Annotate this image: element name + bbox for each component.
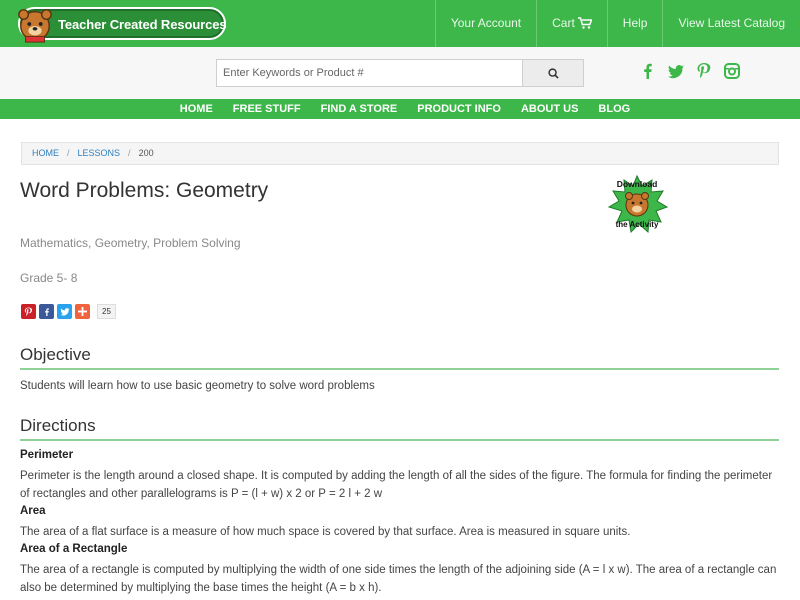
view-catalog-link[interactable]: View Latest Catalog: [662, 0, 800, 47]
breadcrumb-current: 200: [138, 148, 154, 158]
pinterest-share-button[interactable]: [21, 304, 36, 319]
download-activity-badge[interactable]: Download the Activity: [604, 174, 670, 234]
breadcrumb-separator: /: [128, 148, 131, 158]
twitter-icon[interactable]: [668, 63, 684, 79]
facebook-icon: [44, 307, 49, 316]
grade-level: Grade 5- 8: [20, 271, 78, 285]
subject-tags: Mathematics, Geometry, Problem Solving: [20, 236, 241, 250]
bear-mascot-icon: [18, 9, 52, 43]
nav-blog[interactable]: BLOG: [588, 99, 640, 119]
bear-muzzle: [632, 205, 642, 213]
area-rectangle-heading: Area of a Rectangle: [20, 543, 128, 555]
area-heading: Area: [20, 505, 46, 517]
area-rectangle-text: The area of a rectangle is computed by m…: [20, 564, 777, 594]
breadcrumb-lessons[interactable]: LESSONS: [78, 148, 121, 158]
main-nav: HOME FREE STUFF FIND A STORE PRODUCT INF…: [0, 99, 800, 119]
nav-free-stuff[interactable]: FREE STUFF: [223, 99, 311, 119]
perimeter-text: Perimeter is the length around a closed …: [20, 470, 773, 500]
objective-heading: Objective: [20, 345, 779, 370]
download-text: Download: [617, 179, 658, 189]
nav-product-info[interactable]: PRODUCT INFO: [407, 99, 511, 119]
social-links: [640, 63, 740, 79]
bear-ear-left: [625, 192, 633, 200]
logo-text: Teacher Created Resources: [58, 17, 227, 32]
pinterest-icon[interactable]: [696, 63, 712, 79]
instagram-icon[interactable]: [724, 63, 740, 79]
help-label: Help: [622, 16, 648, 30]
top-bar: Teacher Created Resources Your Account C…: [0, 0, 800, 47]
twitter-share-button[interactable]: [57, 304, 72, 319]
cart-link[interactable]: Cart: [536, 0, 607, 47]
bear-ear-right: [641, 192, 649, 200]
search-input[interactable]: [216, 59, 523, 87]
breadcrumb-separator: /: [67, 148, 70, 158]
breadcrumb-home[interactable]: HOME: [32, 148, 59, 158]
page-title: Word Problems: Geometry: [20, 179, 269, 202]
pinterest-icon: [24, 307, 33, 316]
nav-about-us[interactable]: ABOUT US: [511, 99, 588, 119]
nav-home[interactable]: HOME: [170, 99, 223, 119]
cart-label: Cart: [552, 16, 575, 30]
search-row: [0, 47, 800, 99]
nav-find-a-store[interactable]: FIND A STORE: [311, 99, 408, 119]
cart-icon: [577, 17, 593, 29]
directions-heading: Directions: [20, 416, 779, 441]
account-nav: Your Account Cart Help View Latest Catal…: [434, 0, 800, 47]
bear-eye-right: [639, 201, 643, 205]
facebook-icon[interactable]: [640, 63, 656, 79]
perimeter-heading: Perimeter: [20, 449, 74, 461]
objective-text: Students will learn how to use basic geo…: [20, 380, 375, 392]
search-icon: [547, 67, 559, 79]
facebook-share-button[interactable]: [39, 304, 54, 319]
area-text: The area of a flat surface is a measure …: [20, 526, 631, 538]
search-button[interactable]: [522, 59, 584, 87]
twitter-icon: [60, 308, 69, 316]
view-catalog-label: View Latest Catalog: [678, 16, 785, 30]
activity-text: the Activity: [616, 220, 659, 229]
help-link[interactable]: Help: [606, 0, 663, 47]
plus-icon: [78, 307, 87, 316]
breadcrumb: HOME / LESSONS / 200: [21, 142, 779, 165]
bear-eye-left: [631, 201, 635, 205]
site-logo[interactable]: Teacher Created Resources: [18, 7, 227, 43]
your-account-link[interactable]: Your Account: [434, 0, 536, 47]
more-share-button[interactable]: [75, 304, 90, 319]
share-count: 25: [97, 304, 116, 319]
your-account-label: Your Account: [450, 16, 522, 30]
share-bar: 25: [21, 304, 116, 319]
